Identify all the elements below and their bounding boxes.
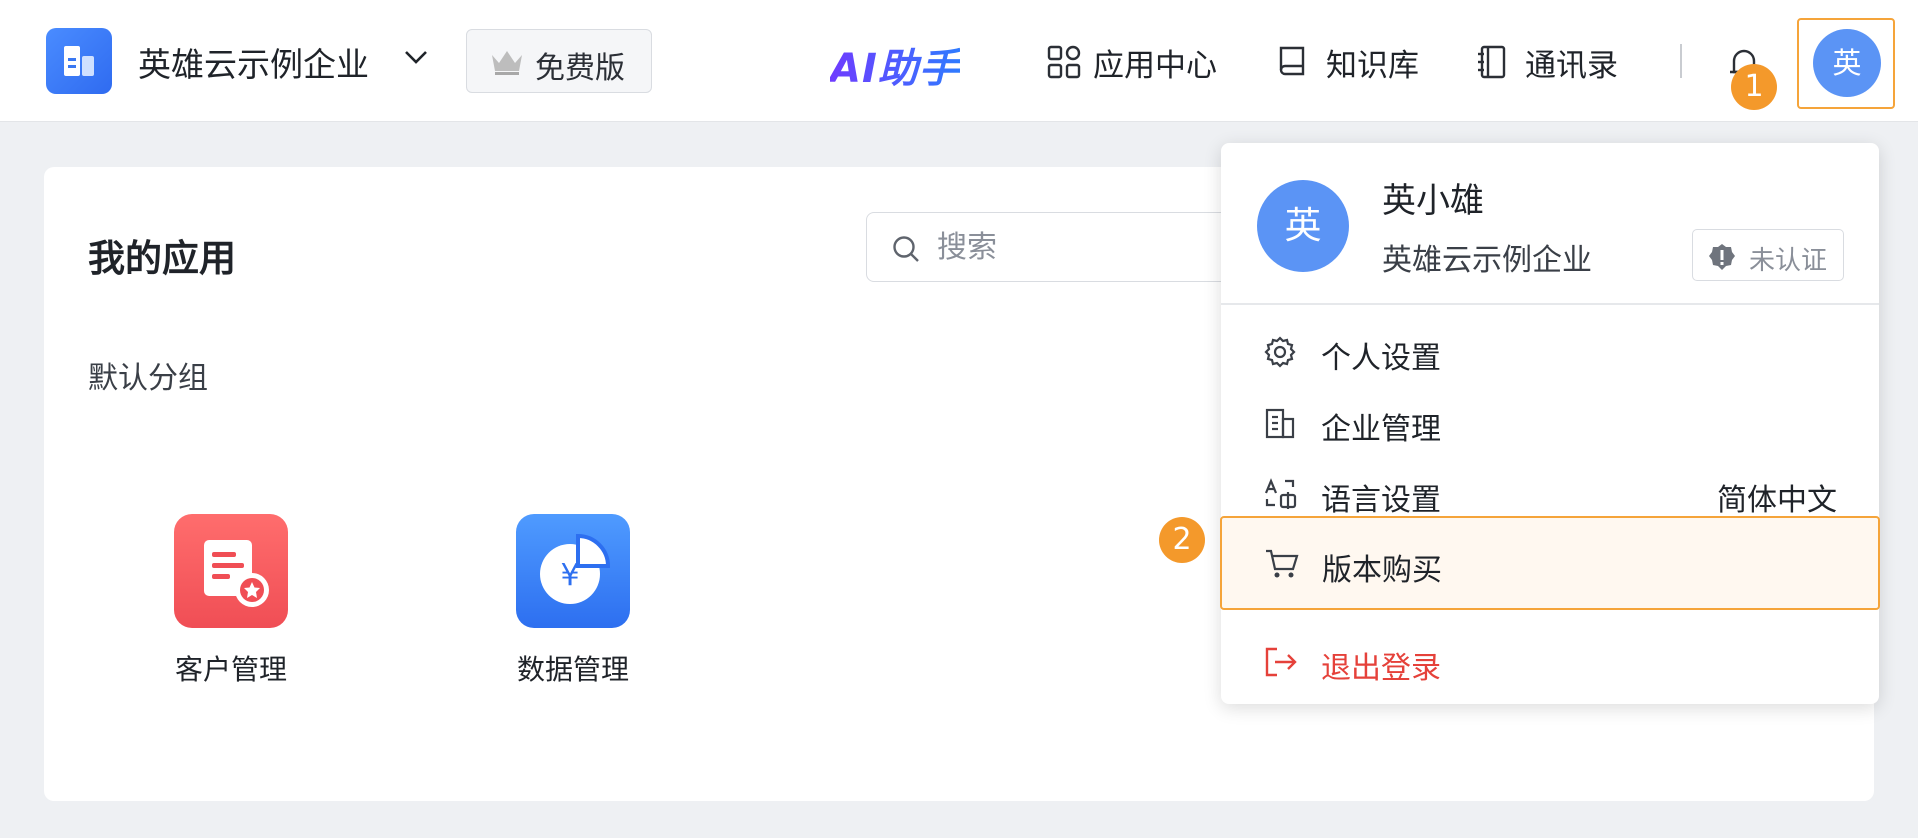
logout-icon [1265,647,1297,677]
book-icon [1279,46,1305,76]
step-marker-1: 1 [1731,64,1777,110]
company-logo-icon[interactable] [46,28,112,94]
menu-item-label: 退出登录 [1321,651,1441,686]
edition-badge[interactable]: 免费版 [466,29,652,93]
customer-form-icon [174,514,288,628]
group-label: 默认分组 [88,361,208,396]
user-dropdown-menu: 英 英小雄 英雄云示例企业 未认证 个人设置 企业管理 语言设置 简体中文 版本… [1220,143,1880,704]
finance-pie-icon: ¥ [516,514,630,628]
app-grid-icon [1047,45,1081,79]
divider [1221,303,1879,305]
verification-status: 未认证 [1749,246,1828,276]
translate-icon [1264,478,1297,509]
warning-badge-icon [1709,244,1735,270]
app-label: 客户管理 [174,653,287,686]
user-name: 英小雄 [1382,181,1484,221]
app-data-management[interactable]: ¥ 数据管理 [498,514,648,688]
top-bar: 英雄云示例企业 免费版 AI助手 应用中心 知识库 通讯录 1 英 [0,0,1918,122]
avatar: 英 [1813,29,1881,97]
address-book-icon [1478,45,1506,79]
gear-icon [1264,336,1296,368]
ai-assistant-link[interactable]: AI助手 [830,36,960,94]
step-marker-2: 2 [1159,517,1205,563]
user-avatar-button[interactable]: 英 [1797,18,1895,109]
menu-item-logout[interactable]: 退出登录 [1221,627,1879,697]
building-icon [1265,408,1295,439]
menu-item-personal-settings[interactable]: 个人设置 [1221,317,1879,387]
search-icon [893,236,919,262]
nav-divider [1680,44,1682,78]
chevron-down-icon[interactable] [403,48,429,66]
company-switcher[interactable]: 英雄云示例企业 [138,38,369,86]
language-value: 简体中文 [1717,483,1837,518]
verification-badge[interactable]: 未认证 [1692,229,1844,281]
crown-icon [492,51,522,75]
nav-knowledge-base[interactable]: 知识库 [1326,40,1419,85]
nav-app-center[interactable]: 应用中心 [1093,40,1217,85]
app-label: 数据管理 [516,653,629,686]
user-company: 英雄云示例企业 [1382,243,1592,278]
nav-contacts[interactable]: 通讯录 [1525,40,1618,85]
menu-item-enterprise-management[interactable]: 企业管理 [1221,388,1879,458]
edition-label: 免费版 [535,51,625,86]
menu-item-label: 企业管理 [1321,412,1441,447]
avatar: 英 [1257,180,1349,272]
menu-item-version-purchase[interactable]: 版本购买 [1220,516,1880,610]
menu-item-label: 语言设置 [1321,483,1441,518]
svg-text:¥: ¥ [560,558,579,593]
menu-item-label: 个人设置 [1321,341,1441,376]
page-title: 我的应用 [88,237,236,280]
cart-icon [1266,549,1299,578]
app-customer-management[interactable]: 客户管理 [156,514,306,688]
menu-item-label: 版本购买 [1322,553,1442,588]
